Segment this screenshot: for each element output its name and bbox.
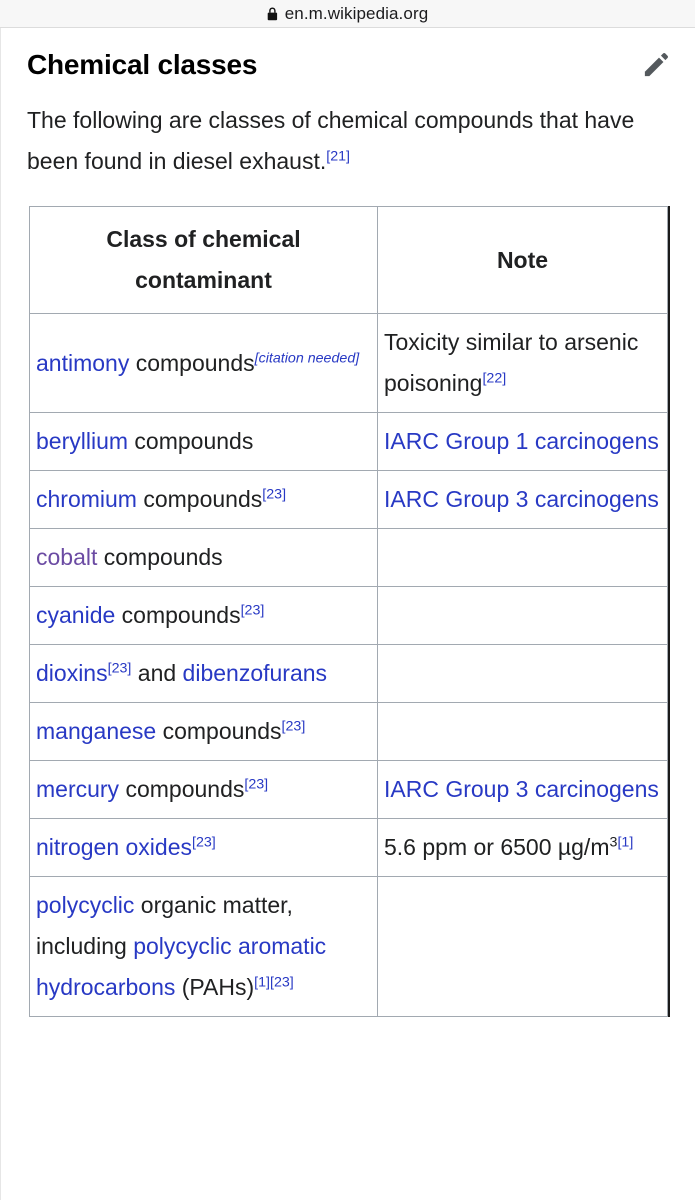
reference-link[interactable]: [22] [482,370,506,386]
wiki-link[interactable]: polycyclic [36,892,134,918]
reference-link[interactable]: [23] [241,602,265,618]
cell-note [377,702,668,761]
reference-link[interactable]: [23] [262,486,286,502]
lock-icon [267,7,278,21]
note-text: Toxicity similar to arsenic poisoning [384,329,639,396]
cell-note [377,644,668,703]
cell-text: compounds [115,602,241,628]
chemical-classes-table: Class of chemical contaminant Note antim… [29,206,668,1017]
reference-link[interactable]: [23] [270,974,294,990]
table-header-row: Class of chemical contaminant Note [29,206,668,314]
reference-link[interactable]: [21] [326,148,350,164]
table-row: dioxins[23] and dibenzofurans [29,644,668,703]
wiki-link[interactable]: IARC Group 3 carcinogens [384,486,659,512]
wiki-link[interactable]: nitrogen oxides [36,834,192,860]
reference-link[interactable]: [23] [108,660,132,676]
cell-text: compounds [156,718,282,744]
page-title: Chemical classes [27,49,258,80]
cell-text: and [131,660,183,686]
cell-note: IARC Group 3 carcinogens [377,470,668,529]
reference-link[interactable]: [1] [254,974,270,990]
reference-link[interactable]: [23] [192,834,216,850]
section-header: Chemical classes [1,28,695,82]
note-text: 5.6 ppm or 6500 µg/m [384,834,610,860]
wiki-link[interactable]: beryllium [36,428,128,454]
wiki-link[interactable]: dibenzofurans [183,660,328,686]
cell-contaminant: mercury compounds[23] [29,760,378,819]
article-page: Chemical classes The following are class… [0,28,695,1200]
cell-text: (PAHs) [175,974,255,1000]
column-header-note: Note [377,206,668,314]
table-row: chromium compounds[23] IARC Group 3 carc… [29,470,668,529]
reference-link[interactable]: [23] [244,776,268,792]
table-row: manganese compounds[23] [29,702,668,761]
wiki-link[interactable]: dioxins [36,660,108,686]
wiki-link-visited[interactable]: cobalt [36,544,97,570]
cell-note [377,876,668,1017]
cell-note: IARC Group 3 carcinogens [377,760,668,819]
table-row: polycyclic organic matter, including pol… [29,876,668,1017]
chemical-classes-table-wrapper: Class of chemical contaminant Note antim… [29,206,670,1017]
cell-contaminant: chromium compounds[23] [29,470,378,529]
cell-contaminant: cobalt compounds [29,528,378,587]
cell-note: Toxicity similar to arsenic poisoning[22… [377,313,668,413]
cell-note: IARC Group 1 carcinogens [377,412,668,471]
wiki-link[interactable]: mercury [36,776,119,802]
column-header-contaminant: Class of chemical contaminant [29,206,378,314]
cell-contaminant: antimony compounds[citation needed] [29,313,378,413]
intro-paragraph: The following are classes of chemical co… [27,100,652,182]
table-row: mercury compounds[23] IARC Group 3 carci… [29,760,668,819]
table-body: antimony compounds[citation needed] Toxi… [29,313,668,1017]
table-row: antimony compounds[citation needed] Toxi… [29,313,668,413]
cell-contaminant: polycyclic organic matter, including pol… [29,876,378,1017]
wiki-link[interactable]: antimony [36,350,129,376]
cell-text: compounds [136,486,263,512]
cell-contaminant: beryllium compounds [29,412,378,471]
edit-pencil-icon[interactable] [639,48,673,82]
cell-contaminant: cyanide compounds[23] [29,586,378,645]
wiki-link[interactable]: manganese [36,718,156,744]
citation-needed-tag[interactable]: [citation needed] [255,350,360,366]
cell-note [377,528,668,587]
table-row: nitrogen oxides[23] 5.6 ppm or 6500 µg/m… [29,818,668,877]
cell-text: compounds [97,544,223,570]
cell-note: 5.6 ppm or 6500 µg/m3[1] [377,818,668,877]
wiki-link[interactable]: chromium [36,486,137,512]
table-row: cyanide compounds[23] [29,586,668,645]
cell-text: compounds [129,349,255,376]
url-text: en.m.wikipedia.org [284,3,429,23]
cell-text: compounds [128,428,254,454]
table-row: cobalt compounds [29,528,668,587]
wiki-link[interactable]: IARC Group 1 carcinogens [384,428,659,454]
cell-text: compounds [119,776,245,802]
reference-link[interactable]: [23] [282,718,306,734]
wiki-link[interactable]: cyanide [36,602,115,628]
table-row: beryllium compounds IARC Group 1 carcino… [29,412,668,471]
reference-link[interactable]: [1] [617,834,633,850]
browser-url-bar[interactable]: en.m.wikipedia.org [0,0,695,28]
wiki-link[interactable]: IARC Group 3 carcinogens [384,776,659,802]
cell-contaminant: dioxins[23] and dibenzofurans [29,644,378,703]
cell-contaminant: manganese compounds[23] [29,702,378,761]
cell-contaminant: nitrogen oxides[23] [29,818,378,877]
cell-note [377,586,668,645]
